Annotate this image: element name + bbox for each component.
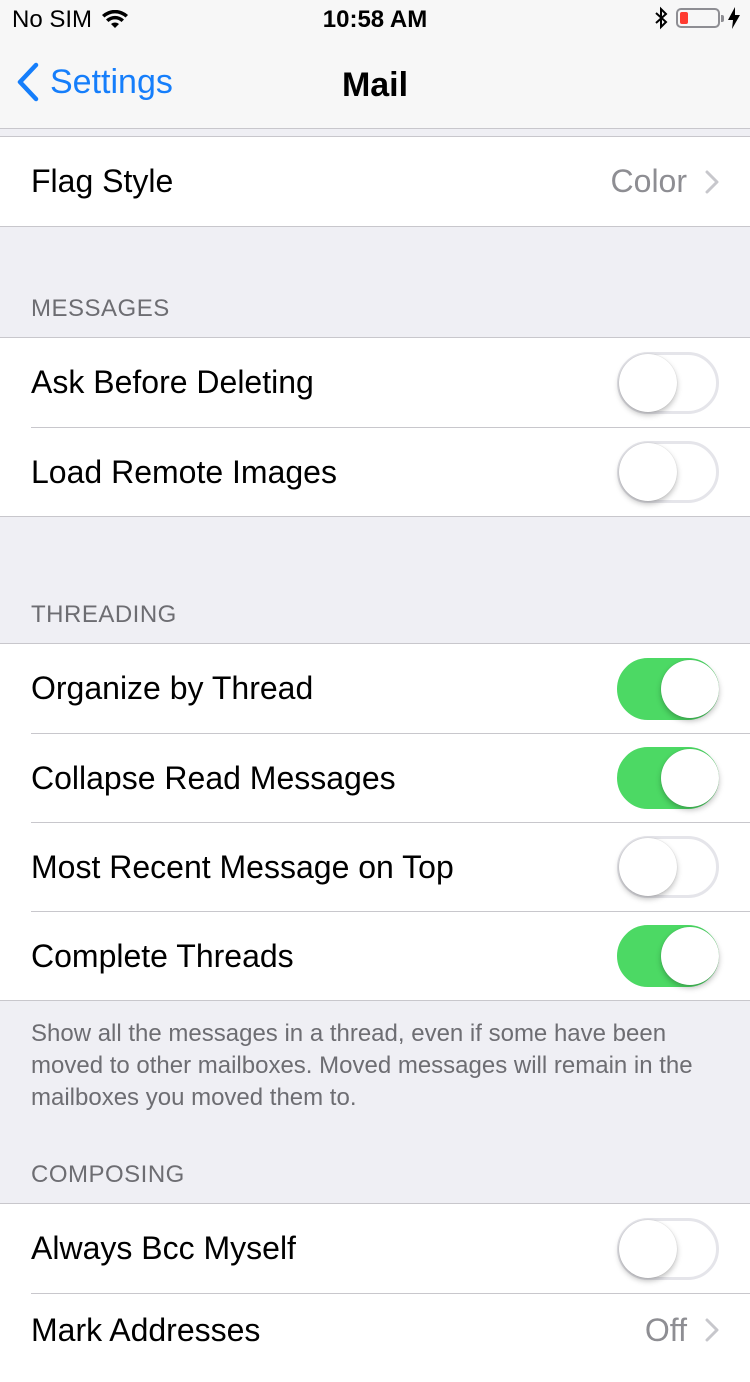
flag-section: Flag Style Color bbox=[0, 136, 750, 227]
always-bcc-myself-row: Always Bcc Myself bbox=[0, 1204, 750, 1293]
threading-section: Organize by Thread Collapse Read Message… bbox=[0, 643, 750, 1001]
flag-style-value: Color bbox=[610, 163, 687, 199]
most-recent-on-top-label: Most Recent Message on Top bbox=[31, 848, 454, 885]
complete-threads-label: Complete Threads bbox=[31, 937, 294, 974]
collapse-read-messages-toggle[interactable] bbox=[617, 747, 719, 809]
mark-addresses-value: Off bbox=[644, 1312, 687, 1348]
chevron-right-icon bbox=[705, 1318, 719, 1342]
complete-threads-toggle[interactable] bbox=[617, 925, 719, 987]
load-remote-images-label: Load Remote Images bbox=[31, 453, 337, 490]
messages-section: Ask Before Deleting Load Remote Images bbox=[0, 337, 750, 517]
flag-style-row[interactable]: Flag Style Color bbox=[0, 137, 750, 226]
collapse-read-messages-label: Collapse Read Messages bbox=[31, 759, 396, 796]
always-bcc-myself-label: Always Bcc Myself bbox=[31, 1230, 296, 1266]
bluetooth-icon bbox=[655, 6, 668, 30]
ask-before-deleting-toggle[interactable] bbox=[617, 351, 719, 414]
composing-section: Always Bcc Myself Mark Addresses Off bbox=[0, 1203, 750, 1382]
messages-header: MESSAGES bbox=[31, 295, 170, 322]
composing-header: COMPOSING bbox=[31, 1161, 185, 1188]
always-bcc-myself-toggle[interactable] bbox=[617, 1217, 719, 1280]
ask-before-deleting-row: Ask Before Deleting bbox=[0, 338, 750, 427]
chevron-right-icon bbox=[705, 170, 719, 193]
complete-threads-row: Complete Threads bbox=[31, 911, 750, 1000]
organize-by-thread-label: Organize by Thread bbox=[31, 670, 314, 706]
ask-before-deleting-label: Ask Before Deleting bbox=[31, 364, 314, 400]
threading-footer: Show all the messages in a thread, even … bbox=[31, 1020, 693, 1111]
navigation-bar: Settings Mail bbox=[0, 40, 750, 129]
organize-by-thread-toggle[interactable] bbox=[617, 657, 719, 720]
charging-bolt-icon bbox=[728, 7, 740, 29]
threading-header: THREADING bbox=[31, 601, 177, 628]
collapse-read-messages-row: Collapse Read Messages bbox=[31, 733, 750, 822]
page-title: Mail bbox=[341, 66, 409, 104]
most-recent-on-top-toggle[interactable] bbox=[617, 836, 719, 898]
mark-addresses-row[interactable]: Mark Addresses Off bbox=[31, 1293, 750, 1382]
status-right bbox=[654, 6, 740, 30]
flag-style-label: Flag Style bbox=[31, 163, 174, 199]
battery-icon bbox=[676, 8, 724, 28]
load-remote-images-toggle[interactable] bbox=[617, 441, 719, 503]
clock: 10:58 AM bbox=[322, 6, 428, 33]
mark-addresses-label: Mark Addresses bbox=[31, 1312, 261, 1348]
organize-by-thread-row: Organize by Thread bbox=[0, 644, 750, 733]
load-remote-images-row: Load Remote Images bbox=[31, 427, 750, 516]
most-recent-on-top-row: Most Recent Message on Top bbox=[31, 822, 750, 911]
status-bar: No SIM 10:58 AM bbox=[0, 0, 750, 40]
